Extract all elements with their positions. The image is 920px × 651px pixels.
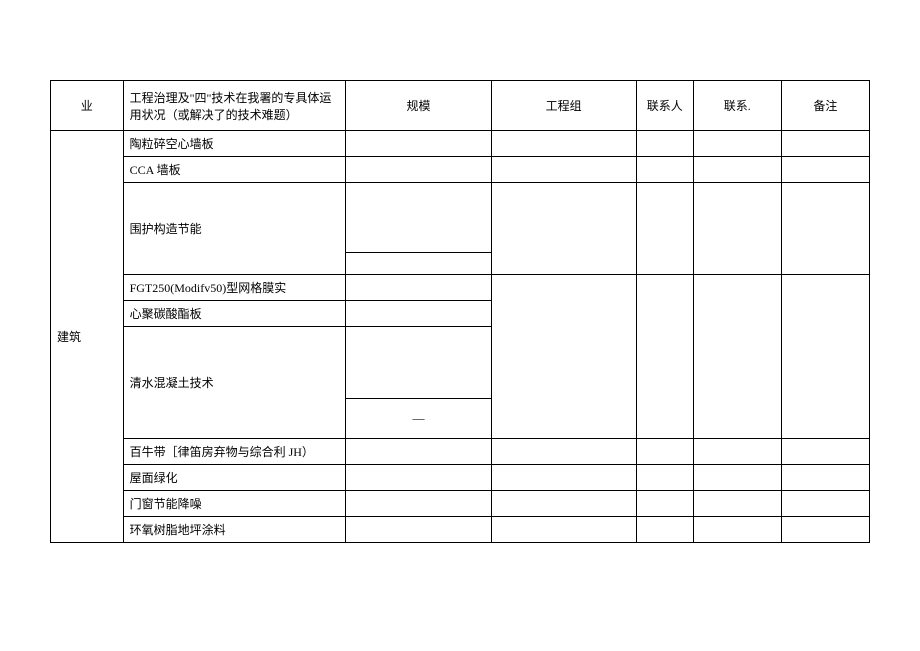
scale-cell — [346, 491, 491, 517]
note-cell — [781, 491, 869, 517]
table-row: FGT250(Modifv50)型网格膜实 — [51, 275, 870, 301]
phone-cell — [693, 183, 781, 275]
tech-cell: 门窗节能降噪 — [123, 491, 346, 517]
table-header-row: 业 工程治理及"四"技术在我署的专具体运用状况（或解决了的技术难题） 规模 工程… — [51, 81, 870, 131]
phone-cell — [693, 131, 781, 157]
group-cell — [491, 439, 636, 465]
contact-cell — [636, 131, 693, 157]
note-cell — [781, 465, 869, 491]
phone-cell — [693, 439, 781, 465]
phone-cell — [693, 465, 781, 491]
group-cell — [491, 517, 636, 543]
scale-cell — [346, 439, 491, 465]
group-cell — [491, 465, 636, 491]
scale-cell — [346, 157, 491, 183]
header-contact: 联系人 — [636, 81, 693, 131]
phone-cell — [693, 275, 781, 439]
header-note: 备注 — [781, 81, 869, 131]
note-cell — [781, 275, 869, 439]
tech-cell: 百牛带［律笛房弃物与综合利 JH） — [123, 439, 346, 465]
header-tech: 工程治理及"四"技术在我署的专具体运用状况（或解决了的技术难题） — [123, 81, 346, 131]
table-row: 门窗节能降噪 — [51, 491, 870, 517]
tech-cell: 清水混凝土技术 — [123, 327, 346, 439]
phone-cell — [693, 157, 781, 183]
header-ye: 业 — [51, 81, 124, 131]
table-row: 围护构造节能 — [51, 183, 870, 253]
tech-cell: 围护构造节能 — [123, 183, 346, 275]
group-cell — [491, 275, 636, 439]
tech-cell: CCA 墙板 — [123, 157, 346, 183]
contact-cell — [636, 439, 693, 465]
category-cell: 建筑 — [51, 131, 124, 543]
note-cell — [781, 157, 869, 183]
table-row: CCA 墙板 — [51, 157, 870, 183]
group-cell — [491, 131, 636, 157]
contact-cell — [636, 183, 693, 275]
note-cell — [781, 183, 869, 275]
table-row: 建筑 陶粒碎空心墙板 — [51, 131, 870, 157]
tech-cell: FGT250(Modifv50)型网格膜实 — [123, 275, 346, 301]
scale-cell — [346, 301, 491, 327]
scale-cell — [346, 327, 491, 399]
scale-cell — [346, 465, 491, 491]
group-cell — [491, 183, 636, 275]
group-cell — [491, 157, 636, 183]
note-cell — [781, 131, 869, 157]
scale-cell — [346, 275, 491, 301]
tech-cell: 陶粒碎空心墙板 — [123, 131, 346, 157]
scale-cell — [346, 253, 491, 275]
scale-cell — [346, 131, 491, 157]
contact-cell — [636, 517, 693, 543]
contact-cell — [636, 275, 693, 439]
tech-cell: 屋面绿化 — [123, 465, 346, 491]
header-group: 工程组 — [491, 81, 636, 131]
header-scale: 规模 — [346, 81, 491, 131]
table-row: 环氧树脂地坪涂料 — [51, 517, 870, 543]
tech-cell: 环氧树脂地坪涂料 — [123, 517, 346, 543]
scale-cell — [346, 517, 491, 543]
scale-cell-dash: — — [346, 399, 491, 439]
table-container: 业 工程治理及"四"技术在我署的专具体运用状况（或解决了的技术难题） 规模 工程… — [0, 0, 920, 563]
group-cell — [491, 491, 636, 517]
table-row: 百牛带［律笛房弃物与综合利 JH） — [51, 439, 870, 465]
contact-cell — [636, 491, 693, 517]
scale-cell — [346, 183, 491, 253]
note-cell — [781, 517, 869, 543]
tech-cell: 心聚碳酸酯板 — [123, 301, 346, 327]
contact-cell — [636, 157, 693, 183]
phone-cell — [693, 517, 781, 543]
header-phone: 联系. — [693, 81, 781, 131]
table-row: 屋面绿化 — [51, 465, 870, 491]
phone-cell — [693, 491, 781, 517]
note-cell — [781, 439, 869, 465]
contact-cell — [636, 465, 693, 491]
engineering-tech-table: 业 工程治理及"四"技术在我署的专具体运用状况（或解决了的技术难题） 规模 工程… — [50, 80, 870, 543]
